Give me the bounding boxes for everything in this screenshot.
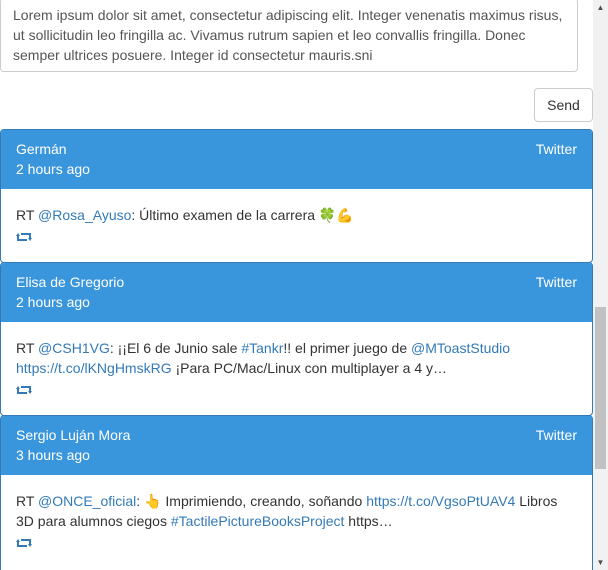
tweet-text: RT @ONCE_oficial: 👆 Imprimiendo, creando… <box>16 491 577 531</box>
timestamp: 2 hours ago <box>16 161 90 177</box>
tweet-card: Germán 2 hours ago Twitter RT @Rosa_Ayus… <box>0 129 593 263</box>
tweet-link[interactable]: @ONCE_oficial <box>38 493 136 509</box>
retweet-icon[interactable] <box>16 231 32 243</box>
tweet-card: Elisa de Gregorio 2 hours ago Twitter RT… <box>0 262 593 416</box>
tweet-header: Germán 2 hours ago Twitter <box>1 130 592 189</box>
source-label: Twitter <box>535 141 577 157</box>
message-textarea[interactable]: Lorem ipsum dolor sit amet, consectetur … <box>0 0 578 72</box>
tweet-link[interactable]: #TactilePictureBooksProject <box>171 513 345 529</box>
source-label: Twitter <box>535 274 577 290</box>
tweet-link[interactable]: @CSH1VG <box>38 340 110 356</box>
author-name: Germán <box>16 141 67 157</box>
tweet-header: Sergio Luján Mora 3 hours ago Twitter <box>1 416 592 475</box>
retweet-icon[interactable] <box>16 384 32 396</box>
tweet-text-segment: : ¡¡El 6 de Junio sale <box>109 340 242 356</box>
tweet-link[interactable]: @MToastStudio <box>411 340 510 356</box>
scrollbar-thumb[interactable] <box>595 307 606 469</box>
tweet-text-segment: : 👆 Imprimiendo, creando, soñando <box>136 493 367 509</box>
tweet-card: Sergio Luján Mora 3 hours ago Twitter RT… <box>0 415 593 570</box>
timestamp: 2 hours ago <box>16 294 90 310</box>
tweet-link[interactable]: https://t.co/lKNgHmskRG <box>16 360 172 376</box>
tweet-text-segment: RT <box>16 493 39 509</box>
author-name: Sergio Luján Mora <box>16 427 131 443</box>
tweet-body: RT @CSH1VG: ¡¡El 6 de Junio sale #Tankr!… <box>1 322 592 378</box>
tweet-body: RT @Rosa_Ayuso: Último examen de la carr… <box>1 189 592 225</box>
tweet-link[interactable]: @Rosa_Ayuso <box>38 207 131 223</box>
tweet-link[interactable]: https://t.co/VgsoPtUAV4 <box>366 493 515 509</box>
tweet-text-segment: ¡Para PC/Mac/Linux con multiplayer a 4 y… <box>171 360 448 376</box>
send-button[interactable]: Send <box>534 88 593 122</box>
tweet-link[interactable]: #Tankr <box>241 340 283 356</box>
tweet-text-segment: !! el primer juego de <box>283 340 412 356</box>
tweet-header: Elisa de Gregorio 2 hours ago Twitter <box>1 263 592 322</box>
feed-panel: Lorem ipsum dolor sit amet, consectetur … <box>0 0 593 570</box>
tweet-text: RT @CSH1VG: ¡¡El 6 de Junio sale #Tankr!… <box>16 338 577 378</box>
tweet-text-segment: RT <box>16 340 39 356</box>
tweet-text: RT @Rosa_Ayuso: Último examen de la carr… <box>16 205 577 225</box>
tweet-body: RT @ONCE_oficial: 👆 Imprimiendo, creando… <box>1 475 592 531</box>
scroll-up-arrow-icon[interactable]: ▲ <box>593 0 608 15</box>
timestamp: 3 hours ago <box>16 447 90 463</box>
retweet-icon[interactable] <box>16 537 32 549</box>
source-label: Twitter <box>535 427 577 443</box>
tweet-text-segment: RT <box>16 207 39 223</box>
vertical-scrollbar[interactable]: ▲ ▼ <box>593 0 608 570</box>
scroll-down-arrow-icon[interactable]: ▼ <box>593 555 608 570</box>
tweet-text-segment: https… <box>344 513 393 529</box>
author-name: Elisa de Gregorio <box>16 274 125 290</box>
tweet-text-segment: : Último examen de la carrera 🍀💪 <box>131 207 354 223</box>
